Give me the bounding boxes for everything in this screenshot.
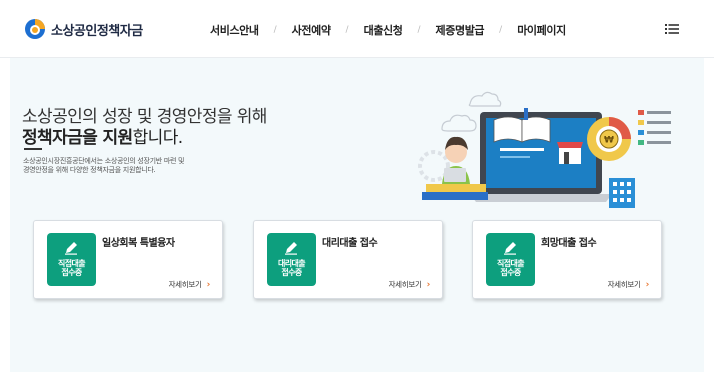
card-more-label: 자세히보기 [168, 280, 202, 289]
site-header: 소상공인정책자금 서비스안내 / 사전예약 / 대출신청 / 제증명발급 / 마… [0, 0, 714, 58]
chevron-right-icon: › [206, 279, 211, 290]
nav-item-loan-application[interactable]: 대출신청 [364, 22, 403, 38]
loan-card-hope-loan[interactable]: 직접대출 접수중 희망대출 접수 자세히보기 › [472, 220, 662, 299]
hero-desc-line2: 경영안정을 위해 다양한 정책자금을 지원합니다. [23, 166, 156, 174]
hero-divider [24, 148, 42, 150]
chevron-right-icon: › [426, 279, 431, 290]
nav-item-my-page[interactable]: 마이페이지 [517, 22, 566, 38]
card-title: 일상회복 특별융자 [102, 238, 175, 249]
nav-separator: / [417, 25, 421, 35]
nav-separator: / [345, 25, 349, 35]
nav-item-certificate-issue[interactable]: 제증명발급 [436, 22, 485, 38]
card-more-link[interactable]: 자세히보기 › [168, 279, 211, 290]
pencil-icon [285, 242, 297, 255]
logo-mark-icon [25, 19, 45, 39]
pencil-icon [504, 242, 516, 255]
main-nav: 서비스안내 / 사전예약 / 대출신청 / 제증명발급 / 마이페이지 [210, 22, 566, 38]
nav-item-service-info[interactable]: 서비스안내 [210, 22, 259, 38]
hero-title-rest: 합니다. [132, 128, 184, 148]
card-more-label: 자세히보기 [388, 280, 422, 289]
hero-illustration: ₩ [418, 91, 671, 208]
hero-desc-line1: 소상공인시장진흥공단에서는 소상공인의 성장기반 마련 및 [23, 157, 185, 165]
card-badge-text: 직접대출 접수중 [57, 259, 86, 277]
card-more-link[interactable]: 자세히보기 › [607, 279, 650, 290]
card-more-label: 자세히보기 [607, 280, 641, 289]
nav-separator: / [273, 25, 277, 35]
hero-description: 소상공인시장진흥공단에서는 소상공인의 성장기반 마련 및 경영안정을 위해 다… [23, 157, 223, 175]
nav-item-pre-reservation[interactable]: 사전예약 [292, 22, 331, 38]
loan-card-daily-recovery[interactable]: 직접대출 접수중 일상회복 특별융자 자세히보기 › [33, 220, 223, 299]
person-illustration [442, 136, 470, 184]
hero-title-line2: 정책자금을 지원합니다. [22, 123, 183, 148]
loan-card-agency-loan[interactable]: 대리대출 접수중 대리대출 접수 자세히보기 › [253, 220, 443, 299]
shop-icon [557, 142, 583, 164]
card-icon-badge: 직접대출 접수중 [47, 233, 96, 286]
card-more-link[interactable]: 자세히보기 › [388, 279, 431, 290]
card-icon-badge: 직접대출 접수중 [486, 233, 535, 286]
logo-text: 소상공인정책자금 [51, 23, 143, 39]
card-badge-text: 직접대출 접수중 [496, 259, 525, 277]
hero-title-bold: 정책자금을 지원 [22, 128, 133, 148]
site-logo[interactable]: 소상공인정책자금 [24, 18, 143, 40]
card-title: 희망대출 접수 [541, 238, 597, 249]
legend-bars [638, 110, 671, 145]
pencil-icon [65, 242, 77, 255]
card-badge-text: 대리대출 접수중 [277, 259, 306, 277]
card-title: 대리대출 접수 [322, 238, 378, 249]
hamburger-list-icon[interactable] [665, 24, 679, 34]
chevron-right-icon: › [645, 279, 650, 290]
nav-separator: / [499, 25, 503, 35]
card-icon-badge: 대리대출 접수중 [267, 233, 316, 286]
building-icon [609, 178, 635, 208]
svg-text:₩: ₩ [604, 136, 614, 146]
